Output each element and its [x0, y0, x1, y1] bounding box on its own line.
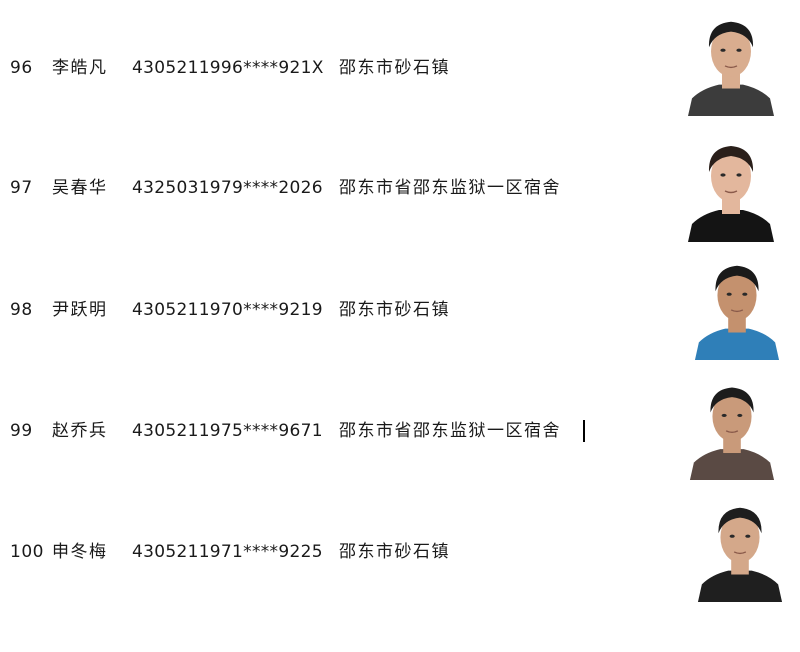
portrait-graphic: [686, 132, 776, 242]
entry-name: 申冬梅: [52, 542, 108, 562]
entry-photo: [688, 374, 776, 480]
portrait-graphic: [686, 8, 776, 116]
text-cursor: [583, 420, 585, 442]
entry-id-number: 4305211970****9219: [132, 300, 323, 320]
list-item: 98 尹跃明 4305211970****9219 邵东市砂石镇: [0, 300, 800, 410]
portrait-right-eye: [736, 173, 742, 177]
entry-number: 98: [10, 300, 33, 320]
portrait-left-eye: [726, 292, 732, 296]
entry-address: 邵东市省邵东监狱一区宿舍: [339, 421, 561, 441]
portrait-right-eye: [742, 292, 748, 296]
entry-id-number: 4305211996****921X: [132, 58, 324, 78]
list-item: 97 吴春华 4325031979****2026 邵东市省邵东监狱一区宿舍: [0, 178, 800, 288]
portrait-left-eye: [720, 173, 726, 177]
portrait-graphic: [693, 252, 781, 360]
list-item: 96 李皓凡 4305211996****921X 邵东市砂石镇: [0, 58, 800, 168]
entry-name: 尹跃明: [52, 300, 108, 320]
entry-number: 100: [10, 542, 44, 562]
entry-address: 邵东市省邵东监狱一区宿舍: [339, 178, 561, 198]
list-item: 100 申冬梅 4305211971****9225 邵东市砂石镇: [0, 542, 800, 652]
entry-address: 邵东市砂石镇: [339, 300, 450, 320]
portrait-left-eye: [720, 48, 726, 52]
entry-name: 李皓凡: [52, 58, 108, 78]
document-page: 96 李皓凡 4305211996****921X 邵东市砂石镇 97 吴春华 …: [0, 0, 800, 611]
entry-id-number: 4305211971****9225: [132, 542, 323, 562]
entry-photo: [686, 8, 776, 116]
entry-photo: [686, 132, 776, 242]
entry-id-number: 4305211975****9671: [132, 421, 323, 441]
entry-address: 邵东市砂石镇: [339, 58, 450, 78]
portrait-graphic: [688, 374, 776, 480]
portrait-right-eye: [737, 413, 743, 417]
entry-name: 赵乔兵: [52, 421, 108, 441]
entry-photo: [696, 494, 784, 602]
list-item: 99 赵乔兵 4305211975****9671 邵东市省邵东监狱一区宿舍: [0, 421, 800, 531]
portrait-left-eye: [729, 534, 735, 538]
portrait-graphic: [696, 494, 784, 602]
entry-number: 97: [10, 178, 33, 198]
entry-number: 99: [10, 421, 33, 441]
portrait-left-eye: [721, 413, 727, 417]
entry-id-number: 4325031979****2026: [132, 178, 323, 198]
portrait-right-eye: [745, 534, 751, 538]
entry-photo: [693, 252, 781, 360]
entry-number: 96: [10, 58, 33, 78]
entry-address: 邵东市砂石镇: [339, 542, 450, 562]
portrait-right-eye: [736, 48, 742, 52]
entry-name: 吴春华: [52, 178, 108, 198]
